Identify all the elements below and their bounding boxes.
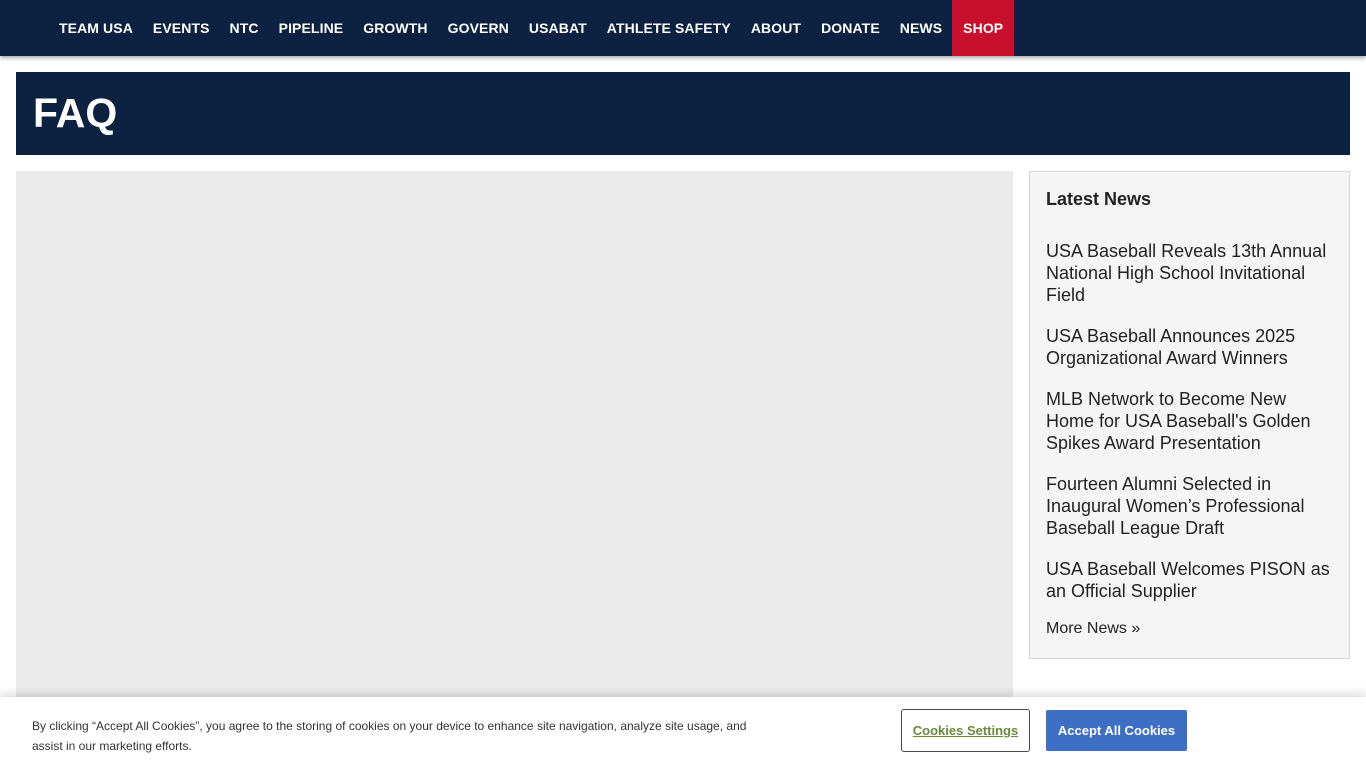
- page-title: FAQ: [33, 90, 118, 136]
- main-content-area: [16, 171, 1013, 768]
- nav-item-athlete-safety[interactable]: ATHLETE SAFETY: [597, 0, 741, 56]
- nav-item-events[interactable]: EVENTS: [143, 0, 220, 56]
- sidebar-heading: Latest News: [1046, 189, 1152, 209]
- latest-news-sidebar: Latest News USA Baseball Reveals 13th An…: [1029, 171, 1350, 659]
- nav-item-pipeline[interactable]: PIPELINE: [269, 0, 354, 56]
- nav-menu: TEAM USA EVENTS NTC PIPELINE GROWTH GOVE…: [0, 0, 1366, 56]
- page-header-banner: FAQ: [16, 72, 1350, 155]
- news-item-link[interactable]: Fourteen Alumni Selected in Inaugural Wo…: [1046, 473, 1338, 539]
- news-item-link[interactable]: USA Baseball Welcomes PISON as an Offici…: [1046, 558, 1338, 602]
- news-item-link[interactable]: MLB Network to Become New Home for USA B…: [1046, 388, 1338, 454]
- news-item-link[interactable]: USA Baseball Reveals 13th Annual Nationa…: [1046, 240, 1338, 306]
- top-navigation: TEAM USA EVENTS NTC PIPELINE GROWTH GOVE…: [0, 0, 1366, 56]
- cookie-consent-banner: By clicking “Accept All Cookies”, you ag…: [0, 697, 1366, 768]
- cookies-settings-button[interactable]: Cookies Settings: [901, 709, 1030, 752]
- nav-item-growth[interactable]: GROWTH: [353, 0, 437, 56]
- nav-item-usabat[interactable]: USABAT: [519, 0, 597, 56]
- nav-item-ntc[interactable]: NTC: [220, 0, 269, 56]
- nav-item-news[interactable]: NEWS: [890, 0, 952, 56]
- nav-item-donate[interactable]: DONATE: [811, 0, 890, 56]
- nav-item-govern[interactable]: GOVERN: [438, 0, 519, 56]
- nav-item-team-usa[interactable]: TEAM USA: [49, 0, 143, 56]
- news-list: USA Baseball Reveals 13th Annual Nationa…: [1046, 240, 1338, 621]
- nav-item-shop[interactable]: SHOP: [952, 0, 1015, 56]
- nav-item-about[interactable]: ABOUT: [741, 0, 811, 56]
- news-item-link[interactable]: USA Baseball Announces 2025 Organization…: [1046, 325, 1338, 369]
- cookie-consent-text: By clicking “Accept All Cookies”, you ag…: [32, 719, 747, 753]
- accept-all-cookies-button[interactable]: Accept All Cookies: [1046, 710, 1187, 751]
- more-news-link[interactable]: More News »: [1046, 619, 1140, 639]
